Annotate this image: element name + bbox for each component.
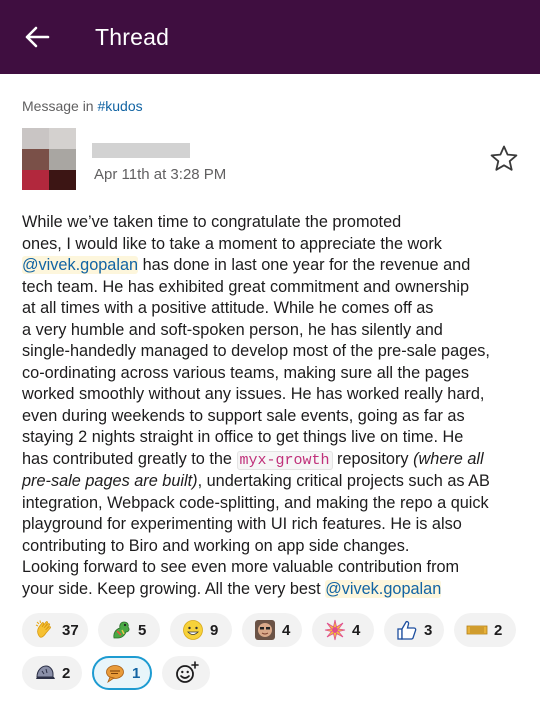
message-line: playground for experimenting with UI ric… bbox=[22, 515, 462, 533]
ticket-icon bbox=[466, 625, 488, 635]
message-line: single-handedly managed to develop most … bbox=[22, 342, 490, 360]
user-mention[interactable]: @vivek.gopalan bbox=[325, 579, 442, 598]
message-line: ones, I would like to take a moment to a… bbox=[22, 234, 442, 253]
custom-face-icon bbox=[255, 620, 275, 640]
message-line: pre-sale pages are built), undertaking c… bbox=[22, 471, 527, 493]
star-icon bbox=[490, 145, 518, 171]
reaction-custom-face[interactable]: 4 bbox=[242, 613, 302, 647]
message-line: integration, Webpack code-splitting, and… bbox=[22, 493, 489, 512]
reaction-count: 37 bbox=[62, 621, 79, 639]
message-text: , undertaking critical projects such as … bbox=[197, 472, 490, 490]
reaction-count: 4 bbox=[352, 621, 361, 639]
message-line: staying 2 nights straight in office to g… bbox=[22, 428, 464, 446]
grin-face-icon bbox=[183, 620, 203, 640]
reaction-clap[interactable]: 37 bbox=[22, 613, 88, 647]
reaction-sparkle[interactable]: 4 bbox=[312, 613, 374, 647]
back-button[interactable] bbox=[22, 22, 52, 52]
reaction-count: 4 bbox=[282, 621, 291, 639]
reaction-count: 2 bbox=[494, 621, 503, 639]
message-context: Message in #kudos bbox=[22, 98, 143, 114]
author-name-redacted[interactable] bbox=[92, 143, 190, 158]
add-emoji-icon bbox=[176, 661, 199, 683]
reaction-count: 5 bbox=[138, 621, 147, 639]
message-line: worked smoothly without any issues. He h… bbox=[22, 385, 485, 403]
message-body: While we’ve taken time to congratulate t… bbox=[22, 212, 527, 600]
thumbs-up-icon bbox=[397, 620, 417, 640]
message-line: a very humble and soft-spoken person, he… bbox=[22, 320, 443, 339]
reaction-count: 9 bbox=[210, 621, 219, 639]
reaction-thumbs-up[interactable]: 3 bbox=[384, 613, 444, 647]
speech-bubble-icon bbox=[106, 665, 124, 684]
message-line: co-ordinating across various teams, maki… bbox=[22, 363, 470, 382]
italic-text: pre-sale pages are built) bbox=[22, 472, 198, 490]
avatar[interactable] bbox=[22, 128, 76, 190]
message-line: @vivek.gopalan has done in last one year… bbox=[22, 255, 527, 277]
inline-code: myx-growth bbox=[236, 450, 333, 470]
dragon-icon bbox=[113, 621, 130, 639]
arrow-left-icon bbox=[25, 26, 50, 48]
message-text: has done in last one year for the revenu… bbox=[138, 256, 471, 274]
reaction-cap[interactable]: 2 bbox=[22, 656, 82, 690]
message-line: While we’ve taken time to congratulate t… bbox=[22, 213, 402, 231]
thread-header: Thread bbox=[0, 0, 540, 74]
reaction-ticket[interactable]: 2 bbox=[454, 613, 516, 647]
clap-icon bbox=[35, 620, 51, 638]
message-timestamp[interactable]: Apr 11th at 3:28 PM bbox=[94, 166, 226, 183]
message-text: repository bbox=[332, 449, 414, 468]
channel-link[interactable]: #kudos bbox=[97, 98, 142, 114]
reaction-dragon[interactable]: 5 bbox=[98, 613, 160, 647]
message-line: contributing to Biro and working on app … bbox=[22, 536, 410, 555]
reaction-count: 3 bbox=[424, 621, 433, 639]
message-line: even during weekends to support sale eve… bbox=[22, 406, 465, 425]
message-line: has contributed greatly to the myx-growt… bbox=[22, 449, 527, 472]
reaction-count: 2 bbox=[62, 664, 71, 682]
message-text: your side. Keep growing. All the very be… bbox=[22, 579, 326, 598]
user-mention[interactable]: @vivek.gopalan bbox=[22, 256, 139, 274]
reaction-grin[interactable]: 9 bbox=[170, 613, 232, 647]
add-reaction-button[interactable] bbox=[162, 656, 210, 690]
context-prefix: Message in bbox=[22, 98, 98, 114]
message-line: your side. Keep growing. All the very be… bbox=[22, 579, 527, 601]
message-line: at all times with a positive attitude. W… bbox=[22, 299, 434, 317]
reaction-speech-bubble[interactable]: 1 bbox=[92, 656, 152, 690]
sparkle-burst-icon bbox=[324, 619, 346, 641]
reaction-count: 1 bbox=[132, 664, 141, 682]
message-text: has contributed greatly to the bbox=[22, 449, 237, 468]
message-line: tech team. He has exhibited great commit… bbox=[22, 277, 470, 296]
cap-icon bbox=[36, 665, 55, 679]
header-title: Thread bbox=[95, 24, 170, 50]
star-button[interactable] bbox=[488, 143, 520, 175]
italic-text: (where all bbox=[413, 449, 484, 468]
message-line: Looking forward to see even more valuabl… bbox=[22, 558, 460, 576]
